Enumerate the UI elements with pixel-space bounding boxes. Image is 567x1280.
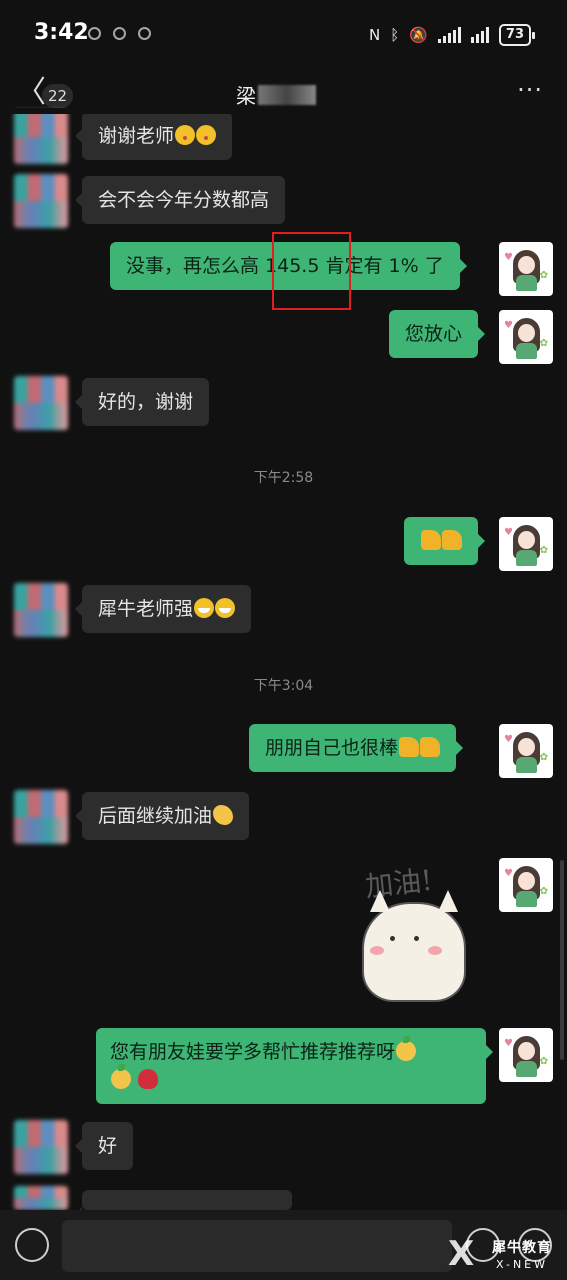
contact-avatar[interactable] <box>14 174 68 228</box>
notify-icon <box>138 27 151 40</box>
voice-icon[interactable] <box>15 1228 49 1262</box>
my-avatar[interactable]: ♥ ✿ <box>499 1028 553 1082</box>
message-received[interactable]: 好的，谢谢 <box>74 378 210 426</box>
watermark-logo-icon: X <box>448 1234 475 1274</box>
message-text: 好 <box>98 1135 118 1157</box>
message-received[interactable]: 好 <box>74 1122 134 1170</box>
rose-emoji-icon <box>138 1069 159 1089</box>
scrollbar[interactable] <box>560 860 564 1060</box>
my-avatar[interactable]: ♥ ✿ <box>499 517 553 571</box>
thumbs-up-emoji-icon <box>420 737 441 757</box>
watermark: X 犀牛教育 X-NEW <box>446 1234 567 1280</box>
my-avatar[interactable]: ♥ ✿ <box>499 242 553 296</box>
contact-avatar[interactable] <box>14 1186 68 1210</box>
timestamp: 下午2:58 <box>253 470 314 486</box>
signal-icon <box>437 27 461 43</box>
sprout-emoji-icon <box>396 1036 417 1061</box>
message-received[interactable]: 后面继续加油 <box>74 792 250 840</box>
watermark-sub: X-NEW <box>496 1258 549 1271</box>
contact-avatar[interactable] <box>14 1120 68 1174</box>
grin-emoji-icon <box>194 598 215 618</box>
message-sent[interactable]: 您有朋友娃要学多帮忙推荐推荐呀 <box>96 1028 493 1104</box>
my-avatar[interactable]: ♥ ✿ <box>499 858 553 912</box>
message-received[interactable]: 会不会今年分数都高 <box>74 176 286 224</box>
message-text: 您有朋友娃要学多帮忙推荐推荐呀 <box>110 1041 396 1063</box>
my-avatar[interactable]: ♥ ✿ <box>499 724 553 778</box>
notification-icons <box>88 27 151 40</box>
contact-avatar[interactable] <box>14 583 68 637</box>
status-bar: 3:42 N ᛒ 🔕 73 <box>0 0 567 70</box>
clap-emoji-icon <box>213 805 234 825</box>
nfc-icon: N <box>368 26 381 44</box>
watermark-brand: 犀牛教育 <box>492 1240 552 1256</box>
grin-emoji-icon <box>215 598 236 618</box>
mute-icon: 🔕 <box>409 26 428 44</box>
message-input[interactable] <box>62 1220 452 1272</box>
redacted-name <box>258 84 316 105</box>
cat-icon <box>362 890 466 1002</box>
battery-icon: 73 <box>498 24 536 46</box>
message-text: 您放心 <box>405 323 463 345</box>
thumbs-up-emoji-icon <box>442 530 462 550</box>
sprout-emoji-icon <box>111 1064 131 1089</box>
contact-avatar[interactable] <box>14 376 68 430</box>
message-text: 谢谢老师 <box>98 125 175 147</box>
message-text: 朋朋自己也很棒 <box>265 737 399 759</box>
message-received-partial[interactable] <box>75 1190 292 1221</box>
thumbs-up-emoji-icon <box>421 530 441 550</box>
message-sent[interactable] <box>404 517 485 565</box>
status-time: 3:42 <box>34 20 89 45</box>
message-text: 好的，谢谢 <box>98 391 194 413</box>
message-received[interactable]: 谢谢老师 <box>74 112 233 160</box>
message-sent[interactable]: 您放心 <box>389 310 486 358</box>
thumbs-up-emoji-icon <box>399 737 420 757</box>
chat-title-text: 梁 <box>236 84 256 108</box>
message-text: 后面继续加油 <box>98 805 213 827</box>
contact-avatar[interactable] <box>14 790 68 844</box>
message-text: 犀牛老师强 <box>98 598 194 620</box>
highlight-box <box>272 232 351 310</box>
system-indicators: N ᛒ 🔕 73 <box>368 24 536 46</box>
unread-badge[interactable]: 22 <box>42 84 74 108</box>
more-icon[interactable]: ··· <box>517 76 543 104</box>
contact-avatar[interactable] <box>14 110 68 164</box>
notify-icon <box>88 27 101 40</box>
kiss-emoji-icon <box>175 125 196 145</box>
signal-icon-2 <box>470 27 489 43</box>
bluetooth-icon: ᛒ <box>390 26 400 44</box>
timestamp: 下午3:04 <box>253 678 314 694</box>
kiss-emoji-icon <box>196 125 217 145</box>
message-received[interactable]: 犀牛老师强 <box>74 585 252 633</box>
notify-icon <box>113 27 126 40</box>
chat-title: 梁 <box>236 80 316 109</box>
header-divider <box>0 108 567 114</box>
my-avatar[interactable]: ♥ ✿ <box>499 310 553 364</box>
message-text: 会不会今年分数都高 <box>98 189 270 211</box>
message-sent[interactable]: 朋朋自己也很棒 <box>249 724 464 772</box>
cat-sticker[interactable]: 加油! <box>345 862 475 1012</box>
